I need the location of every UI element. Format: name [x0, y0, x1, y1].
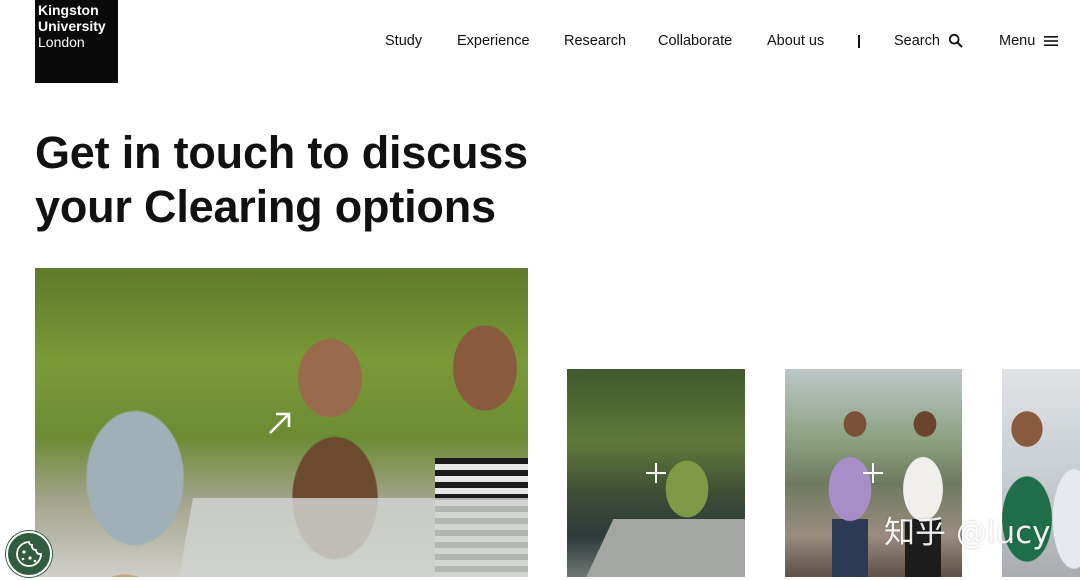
hamburger-menu-icon [1044, 36, 1059, 46]
plus-icon[interactable] [646, 463, 666, 483]
cookie-settings-button[interactable] [6, 531, 52, 577]
nav-item-research[interactable]: Research [564, 33, 626, 49]
photo-bridge [580, 519, 745, 577]
photo-person [810, 409, 880, 577]
search-icon [948, 33, 963, 48]
search-label: Search [894, 33, 940, 49]
card-photo-riverside[interactable] [567, 369, 745, 577]
nav-item-collaborate[interactable]: Collaborate [658, 33, 732, 49]
plus-icon[interactable] [863, 463, 883, 483]
menu-button[interactable]: Menu [999, 32, 1059, 50]
page-title-line-2: your Clearing options [35, 181, 496, 232]
page-title: Get in touch to discuss your Clearing op… [35, 126, 555, 234]
nav-divider [858, 35, 860, 48]
main-nav: Study Experience Research Collaborate Ab… [0, 32, 1080, 52]
nav-item-about-us[interactable]: About us [767, 33, 824, 49]
nav-item-study[interactable]: Study [385, 33, 422, 49]
watermark: 知乎 @lucy [884, 515, 1051, 551]
photo-table [177, 498, 528, 577]
search-button[interactable]: Search [894, 32, 964, 50]
page-title-line-1: Get in touch to discuss [35, 127, 528, 178]
arrow-up-right-icon[interactable] [265, 408, 295, 438]
menu-label: Menu [999, 33, 1036, 49]
cookie-icon [16, 541, 42, 567]
nav-item-experience[interactable]: Experience [457, 33, 530, 49]
logo-line-1: Kingston [38, 2, 99, 18]
